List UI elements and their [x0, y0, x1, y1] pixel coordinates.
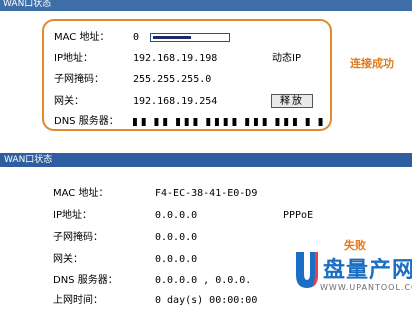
- success-annotation: 连接成功: [350, 57, 394, 70]
- mac-value: F4-EC-38-41-E0-D9: [155, 188, 258, 199]
- gateway-value: 192.168.19.254: [133, 96, 218, 107]
- subnet-value: 0.0.0.0: [155, 232, 198, 243]
- connection-type: PPPoE: [283, 210, 314, 221]
- gateway-label: 网关：: [53, 254, 83, 265]
- ip-label: IP地址：: [53, 210, 92, 221]
- dns-label: DNS 服务器：: [53, 275, 118, 286]
- panel-gap: [0, 138, 412, 153]
- ip-value: 192.168.19.198: [133, 53, 218, 64]
- panel-title-bar: WAN口状态: [0, 0, 412, 11]
- dns-value: 0.0.0.0 , 0.0.0.: [155, 275, 252, 286]
- mac-label: MAC 地址：: [54, 32, 110, 43]
- subnet-label: 子网掩码：: [53, 232, 103, 243]
- ip-value: 0.0.0.0: [155, 210, 198, 221]
- subnet-label: 子网掩码：: [54, 74, 104, 85]
- panel-title: WAN口状态: [4, 155, 53, 165]
- uptime-label: 上网时间：: [53, 295, 103, 306]
- gateway-label: 网关：: [54, 96, 84, 107]
- panel-title: WAN口状态: [3, 0, 52, 9]
- connection-type: 动态IP: [272, 53, 301, 64]
- u-logo-icon: [293, 250, 321, 290]
- mac-label: MAC 地址：: [53, 188, 109, 199]
- ip-label: IP地址：: [54, 53, 93, 64]
- panel-title-bar: WAN口状态: [0, 153, 412, 167]
- release-button[interactable]: 释放: [271, 94, 313, 108]
- mac-redaction-bar: [150, 33, 230, 42]
- watermark-brand: 盘量产网: [323, 258, 412, 283]
- subnet-value: 255.255.255.0: [133, 74, 212, 85]
- watermark: 盘量产网 WWW.UPANTOOL.COM: [293, 250, 412, 309]
- dns-value-cut: ▌▌ ▌▌ ▌▌▌ ▌▌▌▌ ▌▌▌ ▌▌▌ ▌ ▌: [133, 118, 328, 126]
- watermark-site: WWW.UPANTOOL.COM: [320, 283, 412, 292]
- mac-value: 0: [133, 32, 140, 43]
- gateway-value: 0.0.0.0: [155, 254, 198, 265]
- uptime-value: 0 day(s) 00:00:00: [155, 295, 258, 306]
- dns-label: DNS 服务器：: [54, 116, 119, 127]
